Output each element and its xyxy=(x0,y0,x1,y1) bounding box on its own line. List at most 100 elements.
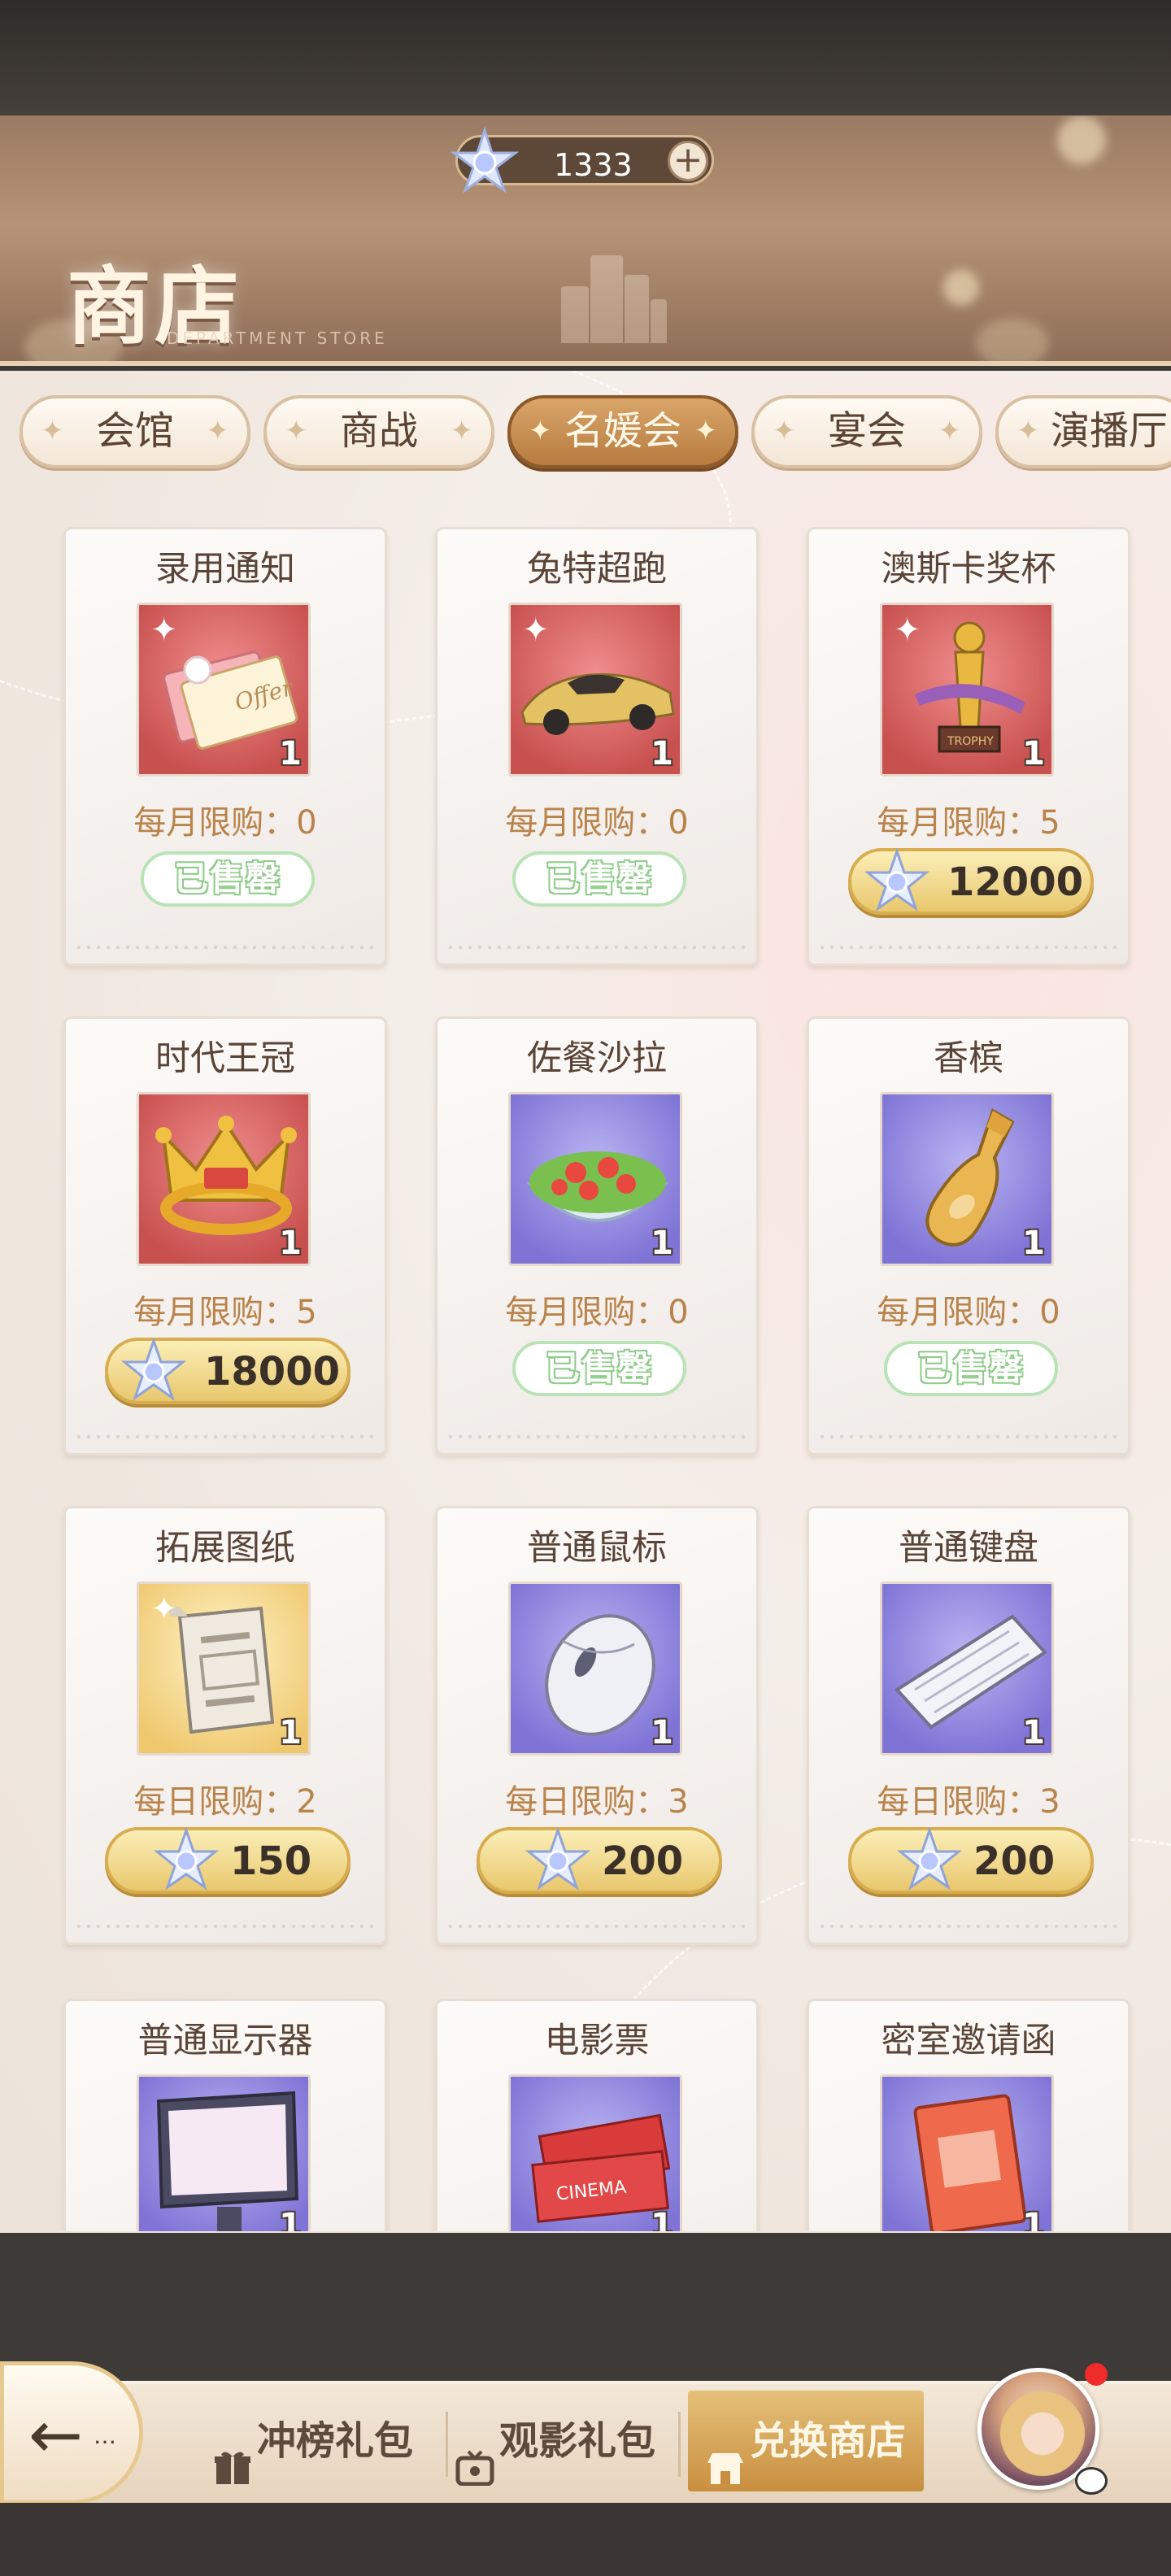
sold-out-button: 已售罄 xyxy=(884,1341,1058,1396)
shop-item-card[interactable]: 佐餐沙拉 1 每月限购：0 已售罄 xyxy=(435,1016,759,1456)
item-quantity: 1 xyxy=(279,1225,302,1262)
card-divider xyxy=(817,1921,1120,1931)
item-image: CINEMA 1 xyxy=(508,2074,682,2231)
item-image: ✦ 1 xyxy=(508,603,682,777)
nav-rank-gift[interactable]: 冲榜礼包 xyxy=(213,2391,413,2491)
card-divider xyxy=(817,1432,1120,1442)
card-divider xyxy=(74,1432,377,1442)
item-price: 12000 xyxy=(947,859,1083,905)
top-status-band xyxy=(0,0,1171,115)
item-image: 1 xyxy=(880,1092,1054,1266)
item-image: ✦ 1 xyxy=(137,1582,311,1756)
item-name: 澳斯卡奖杯 xyxy=(881,549,1056,590)
item-name: 录用通知 xyxy=(155,549,295,590)
item-name: 电影票 xyxy=(544,2021,650,2061)
purchase-limit: 每月限购：0 xyxy=(505,1294,689,1331)
nav-movie-gift[interactable]: 观影礼包 xyxy=(455,2391,655,2491)
cat-icon xyxy=(1075,2467,1108,2495)
item-image: 1 xyxy=(880,1582,1054,1756)
purchase-limit: 每日限购：3 xyxy=(505,1783,689,1821)
diamond-icon xyxy=(120,1337,188,1409)
diamond-balance: 1333 + xyxy=(450,126,714,194)
item-quantity: 1 xyxy=(651,1714,673,1751)
ellipsis-icon: … xyxy=(94,2422,116,2449)
shop-item-card[interactable]: 电影票 CINEMA 1 xyxy=(435,1999,759,2231)
clipped-row: 普通显示器 1 电影票 CINEMA 1 密室邀请函 1 xyxy=(0,1994,1171,2231)
sold-out-button: 已售罄 xyxy=(512,1341,686,1396)
shop-item-card[interactable]: 拓展图纸 ✦ 1 每日限购：2 150 xyxy=(63,1506,387,1945)
nav-exchange-shop[interactable]: 兑换商店 xyxy=(688,2391,925,2491)
item-name: 兔特超跑 xyxy=(527,549,667,590)
svg-text:TROPHY: TROPHY xyxy=(947,735,994,748)
shop-item-card[interactable]: 普通鼠标 1 每日限购：3 200 xyxy=(435,1506,759,1945)
item-image: ✦ Offer 1 xyxy=(137,603,311,777)
shop-item-card[interactable]: 普通显示器 1 xyxy=(63,1999,387,2231)
diamond-icon xyxy=(895,1826,964,1899)
shop-item-card[interactable]: 香槟 1 每月限购：0 已售罄 xyxy=(807,1016,1130,1456)
purchase-limit: 每月限购：0 xyxy=(133,804,317,842)
item-name: 普通显示器 xyxy=(137,2021,313,2061)
card-divider xyxy=(817,942,1120,952)
item-quantity: 1 xyxy=(651,2207,673,2231)
item-name: 密室邀请函 xyxy=(881,2021,1056,2061)
shop-item-card[interactable]: 时代王冠 1 每月限购：5 18000 xyxy=(63,1016,387,1456)
shop-item-card[interactable]: 普通键盘 1 每日限购：3 200 xyxy=(807,1506,1130,1945)
buy-button[interactable]: 18000 xyxy=(105,1337,350,1404)
shop-item-card[interactable]: 录用通知 ✦ Offer 1 每月限购：0 已售罄 xyxy=(63,527,387,966)
card-divider xyxy=(446,1432,748,1442)
item-image: 1 xyxy=(880,2074,1054,2231)
diamond-icon xyxy=(152,1826,220,1899)
add-diamond-button[interactable]: + xyxy=(668,141,708,181)
item-name: 普通键盘 xyxy=(899,1528,1038,1569)
buy-button[interactable]: 200 xyxy=(477,1826,722,1894)
item-name: 拓展图纸 xyxy=(155,1528,295,1569)
nav-label: 冲榜礼包 xyxy=(257,2418,414,2464)
item-name: 时代王冠 xyxy=(155,1038,295,1079)
purchase-limit: 每月限购：5 xyxy=(877,804,1060,842)
diamond-icon xyxy=(448,126,521,202)
item-name: 普通鼠标 xyxy=(527,1528,667,1569)
tab-huiguan[interactable]: ✦ 会馆 ✦ xyxy=(20,395,250,468)
diamond-icon xyxy=(863,847,931,920)
shop-item-card[interactable]: 兔特超跑 ✦ 1 每月限购：0 已售罄 xyxy=(435,527,759,966)
item-image: 1 xyxy=(137,1092,311,1266)
notification-dot xyxy=(1085,2363,1108,2386)
item-quantity: 1 xyxy=(1022,1714,1045,1751)
nav-label: 观影礼包 xyxy=(499,2418,656,2464)
tab-yanboting[interactable]: ✦ 演播厅 xyxy=(995,395,1171,468)
buy-button[interactable]: 12000 xyxy=(848,847,1094,915)
diamond-amount: 1333 xyxy=(554,147,633,183)
item-image: 1 xyxy=(137,2074,311,2231)
category-tabs: ✦ 会馆 ✦ ✦ 商战 ✦ ✦ 名媛会 ✦ ✦ 宴会 ✦ ✦ 演播厅 xyxy=(0,390,1171,472)
item-name: 香槟 xyxy=(934,1038,1003,1079)
buy-button[interactable]: 200 xyxy=(848,1826,1094,1894)
shop-item-card[interactable]: 澳斯卡奖杯 ✦ TROPHY 1 每月限购：5 12000 xyxy=(807,527,1130,966)
purchase-limit: 每月限购：0 xyxy=(505,804,689,842)
purchase-limit: 每月限购：5 xyxy=(133,1294,317,1331)
item-quantity: 1 xyxy=(1022,2207,1045,2231)
shop-item-card[interactable]: 密室邀请函 1 xyxy=(807,1999,1130,2231)
item-price: 200 xyxy=(602,1838,684,1884)
item-name: 佐餐沙拉 xyxy=(527,1038,667,1079)
purchase-limit: 每月限购：0 xyxy=(877,1294,1060,1331)
bottom-system-band xyxy=(0,2503,1171,2576)
buy-button[interactable]: 150 xyxy=(105,1826,350,1894)
item-quantity: 1 xyxy=(651,1225,673,1262)
nav-label: 兑换商店 xyxy=(750,2418,907,2464)
item-quantity: 1 xyxy=(279,2207,302,2231)
card-divider xyxy=(74,1921,377,1931)
card-divider xyxy=(446,942,748,952)
purchase-limit: 每日限购：3 xyxy=(877,1783,1060,1821)
item-price: 200 xyxy=(973,1838,1056,1884)
nav-divider xyxy=(446,2412,448,2477)
item-image: 1 xyxy=(508,1582,682,1756)
tab-shangzhan[interactable]: ✦ 商战 ✦ xyxy=(263,395,494,468)
tab-yanhui[interactable]: ✦ 宴会 ✦ xyxy=(751,395,982,468)
tab-mingyuanhui[interactable]: ✦ 名媛会 ✦ xyxy=(507,395,738,468)
back-button[interactable]: ← … xyxy=(0,2361,143,2504)
item-price: 18000 xyxy=(204,1349,340,1395)
building-silhouette-icon xyxy=(561,254,667,343)
item-price: 150 xyxy=(230,1838,312,1884)
page-subtitle: DEPARTMENT STORE xyxy=(167,329,388,348)
item-quantity: 1 xyxy=(1022,1225,1045,1262)
